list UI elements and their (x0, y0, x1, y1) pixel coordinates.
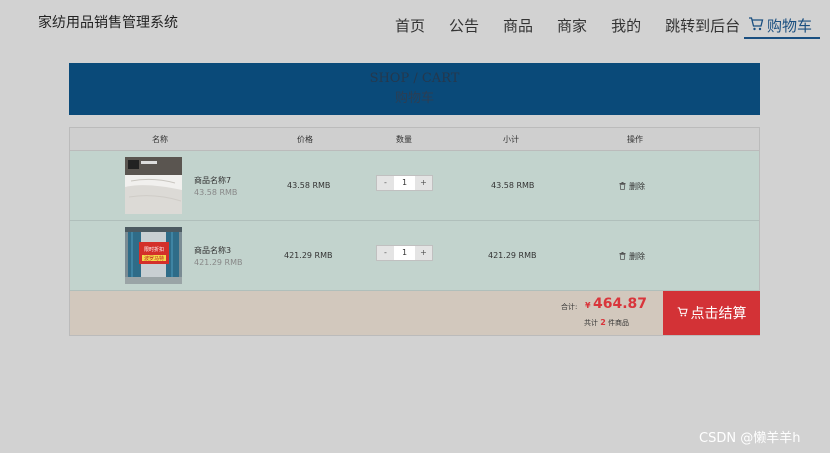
nav-mine[interactable]: 我的 (611, 15, 641, 36)
total-currency: ¥ (585, 301, 591, 310)
product-name[interactable]: 商品名称7 (194, 175, 231, 186)
decrease-button[interactable]: - (377, 176, 394, 190)
site-title: 家纺用品销售管理系统 (38, 15, 178, 31)
price: 421.29 RMB (284, 251, 333, 260)
nav-home[interactable]: 首页 (395, 15, 425, 36)
col-price: 价格 (297, 135, 313, 144)
banner-title-en: SHOP / CART (369, 71, 460, 86)
item-count-prefix: 共计 (584, 319, 598, 327)
nav-cart-label: 购物车 (767, 17, 813, 35)
total-label: 合计: (561, 303, 578, 311)
quantity-input[interactable]: 1 (394, 246, 415, 260)
quantity-input[interactable]: 1 (394, 176, 415, 190)
cart-footer: 合计: ¥ 464.87 共计 2 件商品 点击结算 (70, 291, 760, 335)
cart-row: 商品名称7 43.58 RMB 43.58 RMB - 1 + 43.58 RM… (70, 151, 759, 221)
delete-button[interactable]: 删除 (619, 251, 645, 262)
product-image-text-2: 波罗马特 (144, 255, 164, 262)
watermark: CSDN @懒羊羊h (699, 431, 801, 446)
product-unit-price: 43.58 RMB (194, 188, 238, 197)
item-count-number: 2 (600, 318, 606, 327)
delete-label: 删除 (629, 252, 645, 261)
increase-button[interactable]: + (415, 176, 432, 190)
quantity-stepper: - 1 + (376, 175, 433, 191)
nav-notice[interactable]: 公告 (449, 15, 479, 36)
nav-cart-link[interactable]: 购物车 (744, 15, 820, 39)
col-action: 操作 (627, 135, 643, 144)
price: 43.58 RMB (287, 181, 331, 190)
col-qty: 数量 (396, 135, 412, 144)
cart-table: 名称 价格 数量 小计 操作 商品名称7 43.58 RMB 43.58 RMB… (69, 127, 760, 336)
col-name: 名称 (152, 135, 168, 144)
product-image-text-1: 限时折扣 (144, 246, 164, 253)
product-image[interactable] (125, 157, 182, 214)
product-image[interactable]: 限时折扣 波罗马特 (125, 227, 182, 284)
subtotal: 421.29 RMB (488, 251, 537, 260)
item-count-suffix: 件商品 (608, 319, 630, 327)
checkout-label: 点击结算 (690, 306, 747, 322)
trash-icon (619, 181, 626, 192)
banner-title-cn: 购物车 (394, 91, 434, 106)
quantity-stepper: - 1 + (376, 245, 433, 261)
checkout-button[interactable]: 点击结算 (663, 291, 760, 335)
main-nav: 首页 公告 商品 商家 我的 跳转到后台 (395, 15, 764, 36)
subtotal: 43.58 RMB (491, 181, 535, 190)
increase-button[interactable]: + (415, 246, 432, 260)
nav-merchants[interactable]: 商家 (557, 15, 587, 36)
total-amount: 464.87 (593, 296, 648, 312)
delete-button[interactable]: 删除 (619, 181, 645, 192)
col-subtotal: 小计 (503, 135, 519, 144)
nav-admin[interactable]: 跳转到后台 (665, 15, 740, 36)
delete-label: 删除 (629, 182, 645, 191)
cart-table-header: 名称 价格 数量 小计 操作 (70, 128, 759, 151)
page-banner: SHOP / CART 购物车 (69, 63, 760, 115)
cart-icon (748, 16, 764, 35)
trash-icon (619, 251, 626, 262)
item-count: 共计 2 件商品 (584, 318, 629, 328)
product-unit-price: 421.29 RMB (194, 258, 243, 267)
nav-products[interactable]: 商品 (503, 15, 533, 36)
product-name[interactable]: 商品名称3 (194, 245, 231, 256)
decrease-button[interactable]: - (377, 246, 394, 260)
cart-icon (677, 305, 688, 321)
cart-row: 限时折扣 波罗马特 商品名称3 421.29 RMB 421.29 RMB - … (70, 221, 759, 291)
